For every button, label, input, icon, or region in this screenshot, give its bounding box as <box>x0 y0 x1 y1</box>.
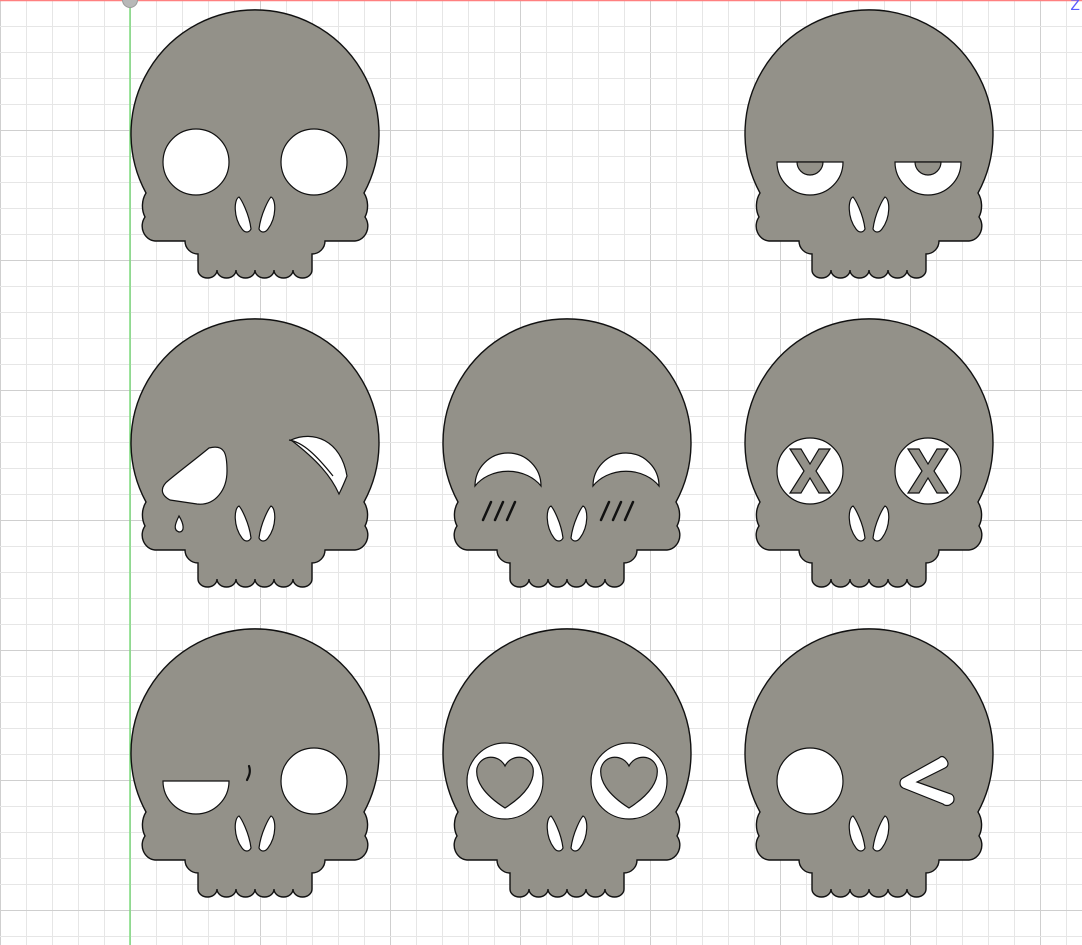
skull-sleepy-eyes[interactable] <box>744 9 994 279</box>
skull-x-eyes[interactable] <box>744 318 994 588</box>
z-axis-label: Z <box>1070 0 1080 14</box>
skull-crying-wink[interactable] <box>130 318 380 588</box>
skull-outline <box>744 9 994 279</box>
skull-wink-arrow[interactable] <box>744 628 994 898</box>
skull-heart-eyes[interactable] <box>442 628 692 898</box>
skull-outline <box>442 318 692 588</box>
skull-outline <box>130 318 380 588</box>
skull-happy-blush[interactable] <box>442 318 692 588</box>
skull-round-eyes[interactable] <box>130 9 380 279</box>
sketch-canvas[interactable] <box>0 0 1082 945</box>
skulls-group <box>130 9 994 898</box>
skull-half-wink[interactable] <box>130 628 380 898</box>
cad-viewport[interactable]: Z <box>0 0 1082 945</box>
